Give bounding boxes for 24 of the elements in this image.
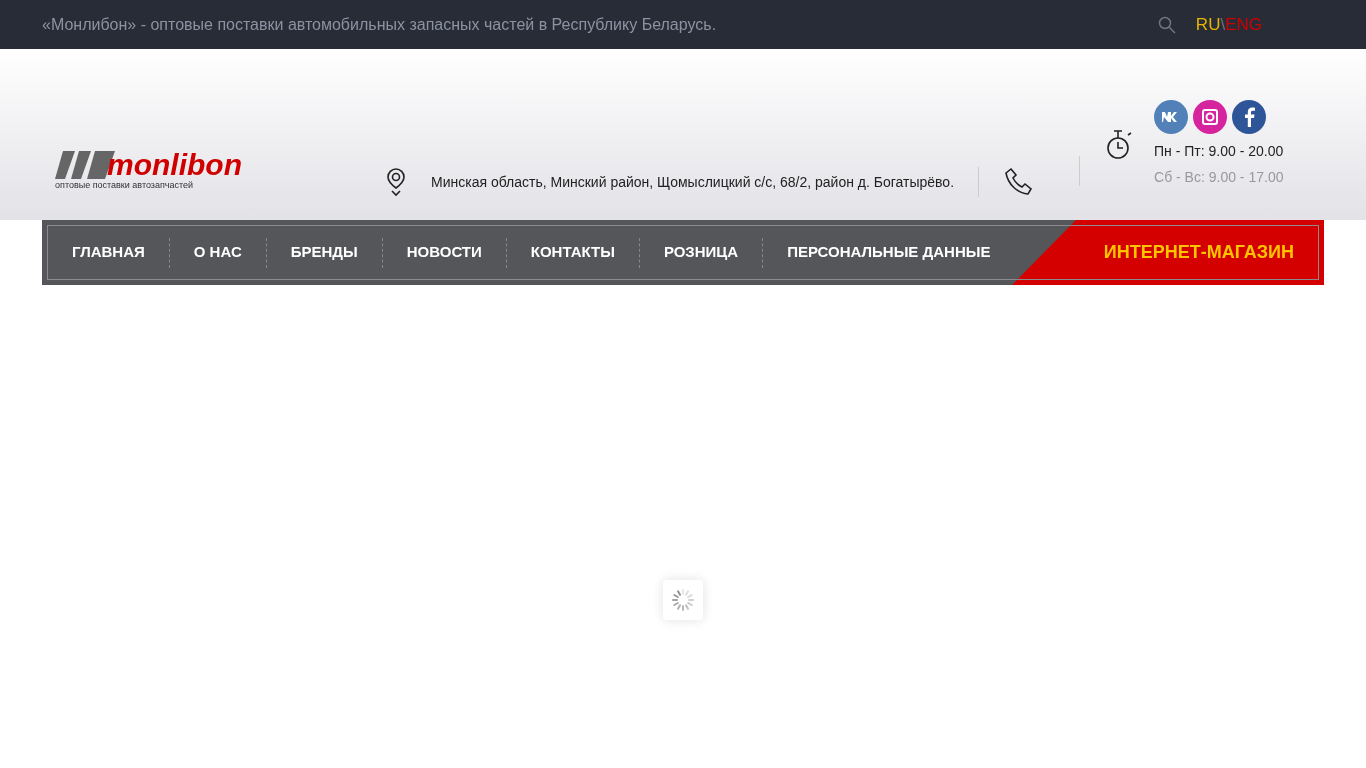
nav-link[interactable]: РОЗНИЦА [639, 241, 763, 264]
nav-link[interactable]: НОВОСТИ [382, 241, 506, 264]
social-link[interactable] [1193, 100, 1228, 134]
social-link[interactable] [1154, 100, 1189, 134]
logo-wordmark: monlibon [107, 150, 242, 180]
logo[interactable]: monlibon оптовые поставки автозапчастей [55, 149, 285, 190]
search-icon[interactable] [1157, 15, 1176, 34]
camera-icon [1201, 108, 1220, 126]
nav-link[interactable]: О НАС [169, 241, 266, 264]
nav-link[interactable]: КОНТАКТЫ [506, 241, 639, 264]
address: Минская область, Минский район, Щомыслицкий с/с, 68/2, район д. Богатырёво. [431, 172, 955, 192]
language-link[interactable]: RU [1195, 11, 1221, 38]
weekend-hours: Сб - Вс: 9.00 - 17.00 [1154, 168, 1284, 187]
social-link[interactable] [1232, 100, 1267, 134]
logo-subtitle: оптовые поставки автозапчастей [55, 181, 195, 190]
nav-link[interactable]: ПЕРСОНАЛЬНЫЕ ДАННЫЕ [763, 241, 1015, 264]
nav-link[interactable]: ГЛАВНАЯ [48, 241, 169, 264]
tagline: «Монлибон» - оптовые поставки автомобильных запасных частей в Республику Беларусь. [42, 14, 717, 35]
nav-link[interactable]: БРЕНДЫ [266, 241, 382, 264]
weekday-hours: Пн - Пт: 9.00 - 20.00 [1154, 142, 1284, 161]
location-pin-icon [385, 167, 407, 197]
facebook-icon [1243, 107, 1256, 127]
spinner-icon [671, 588, 695, 612]
language-separator: \ [1220, 13, 1226, 36]
